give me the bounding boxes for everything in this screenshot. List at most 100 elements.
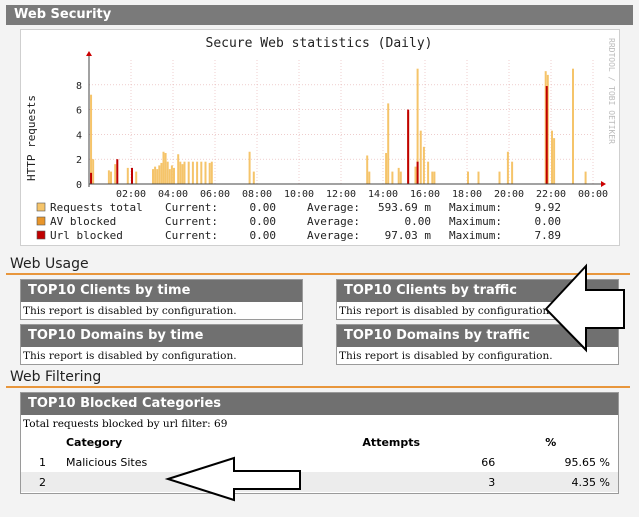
legend-maximum-label: Maximum: [449,201,502,214]
chart-bar [162,151,165,184]
chart-bar [204,161,207,184]
chart-bar [416,161,419,184]
chart-bar [545,86,548,184]
chart-bar [107,170,110,184]
chart-bar [152,169,154,184]
x-tick-label: 10:00 [284,189,314,200]
chart-bar [414,166,417,184]
top10-clients-by-time-title: TOP10 Clients by time [21,280,302,302]
chart-bar [387,103,390,184]
daily-stats-chart: Secure Web statistics (Daily) HTTP reque… [25,36,616,242]
row-rank: 1 [39,455,46,469]
top10-clients-by-traffic-message: This report is disabled by configuration… [339,305,553,317]
legend-current-label: Current: [165,215,218,228]
top10-blocked-categories-title: TOP10 Blocked Categories [21,393,618,415]
chart-bar [407,109,410,184]
chart-bar [200,161,203,184]
legend-average-label: Average: [307,215,360,228]
x-tick-label: 18:00 [452,189,482,200]
legend-current-label: Current: [165,201,218,214]
chart-bar [179,161,182,184]
row-percent: 4.35 % [571,475,610,489]
legend-series-name: AV blocked [50,215,116,228]
chart-bar [427,161,430,184]
top10-domains-by-traffic-message: This report is disabled by configuration… [339,350,553,362]
legend-swatch [36,230,46,240]
x-tick-label: 20:00 [494,189,524,200]
chart-bar [572,68,574,184]
percent-column-header: % [545,435,557,449]
legend-series-name: Url blocked [50,229,123,242]
chart-bar [160,162,163,184]
chart-bar [183,161,186,184]
legend-maximum-label: Maximum: [449,229,502,242]
top10-domains-by-time-box: TOP10 Domains by time This report is dis… [20,324,303,365]
row-category: Malicious Sites [65,455,148,469]
row-category [66,472,362,492]
chart-bar [419,130,422,184]
x-tick-label: 22:00 [536,189,566,200]
legend-swatch [36,202,46,212]
y-tick-label: 4 [76,130,82,141]
legend-average-value: 0.00 [405,215,432,228]
chart-bar [191,161,194,184]
web-security-title: Web Security [6,5,633,25]
chart-bar [90,172,93,184]
chart-bar [158,165,161,184]
blocked-total-text: Total requests blocked by url filter: 69 [23,418,228,430]
legend-maximum-label: Maximum: [449,215,502,228]
x-tick-label: 00:00 [578,189,608,200]
legend-average-label: Average: [307,201,360,214]
chart-bar [170,165,173,184]
chart-bar [166,161,169,184]
chart-bar [114,164,117,184]
web-security-graph: Secure Web statistics (Daily) HTTP reque… [20,29,620,246]
chart-bar [433,171,436,184]
web-filtering-divider [6,386,630,388]
chart-y-axis-label: HTTP requests [25,95,38,181]
row-attempts: 66 [481,455,496,469]
table-row: 2 3 4.35 % [21,472,618,492]
chart-bar [92,159,95,184]
top10-clients-by-time-box: TOP10 Clients by time This report is dis… [20,279,303,320]
chart-bar [551,130,553,184]
chart-bar [506,151,509,184]
chart-bar [196,161,199,184]
legend-current-value: 0.00 [250,201,277,214]
x-tick-label: 04:00 [158,189,188,200]
legend-average-label: Average: [307,229,360,242]
top10-blocked-categories-box: TOP10 Blocked Categories Total requests … [20,392,619,494]
chart-bar [467,171,469,184]
chart-bar [135,171,138,184]
chart-bar [90,94,93,184]
row-percent: 95.65 % [564,455,610,469]
row-attempts: 3 [488,475,496,489]
legend-average-value: 97.03 m [385,229,432,242]
chart-bar [168,169,171,184]
top10-clients-by-traffic-title: TOP10 Clients by traffic [337,280,618,302]
legend-swatch [36,216,46,226]
chart-bar [181,164,184,184]
chart-bar [391,171,394,184]
attempts-column-header: Attempts [362,435,421,449]
y-tick-label: 2 [76,155,82,166]
category-column-header: Category [65,435,123,449]
chart-bar [431,171,434,184]
x-axis-arrow-icon [601,181,606,187]
chart-bar [397,167,400,184]
x-tick-label: 06:00 [200,189,230,200]
legend-current-label: Current: [165,229,218,242]
top10-domains-by-time-message: This report is disabled by configuration… [23,350,237,362]
top10-clients-by-time-message: This report is disabled by configuration… [23,305,237,317]
chart-bar [252,171,255,184]
chart-bar [208,162,211,184]
x-tick-label: 08:00 [242,189,272,200]
chart-bar [116,159,119,184]
chart-bar [385,153,388,184]
chart-bar [187,161,190,184]
y-tick-label: 8 [76,81,82,92]
chart-bar [131,167,133,184]
chart-bar [164,153,167,184]
legend-current-value: 0.00 [250,229,277,242]
web-usage-section-title: Web Usage [10,256,89,272]
